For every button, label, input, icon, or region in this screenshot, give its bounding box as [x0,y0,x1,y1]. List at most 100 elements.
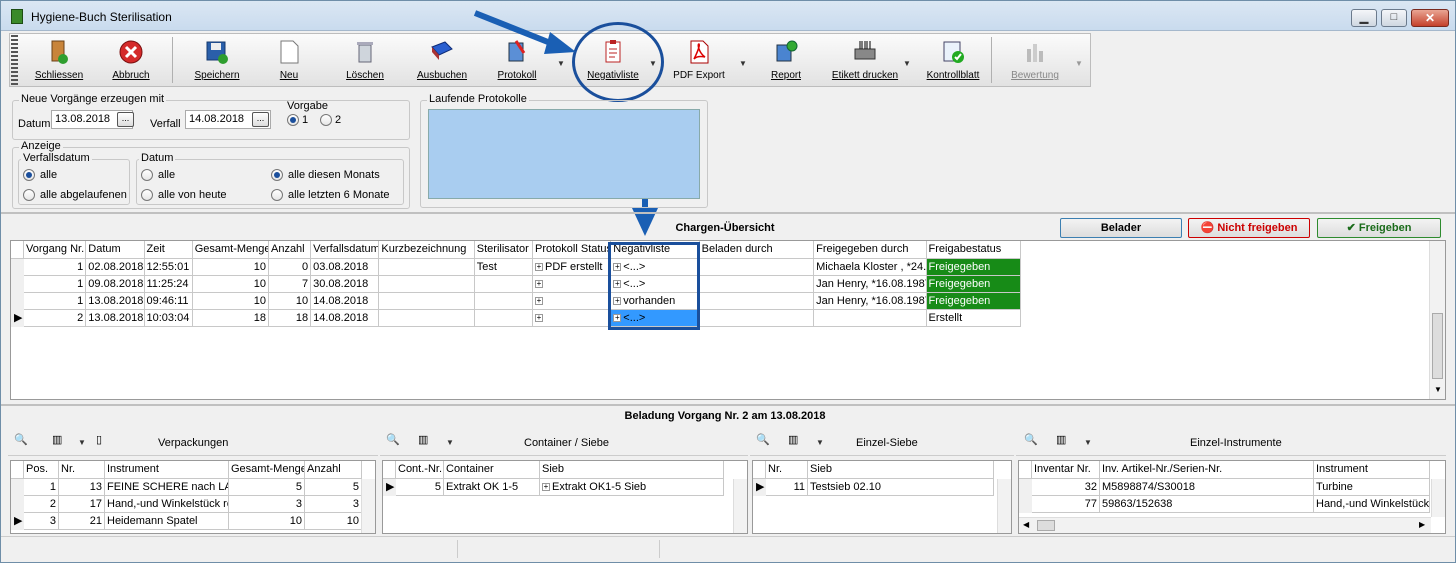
table-row[interactable]: 32 M5898874/S30018 Turbine [1019,477,1430,496]
row-pointer-icon: ▶ [383,477,396,496]
scroll-right-icon[interactable]: ▶ [1419,520,1425,529]
neu-button[interactable]: Neu [259,33,319,87]
col-freigegeben[interactable]: Freigegeben durch [813,241,927,259]
etikett-drucken-button[interactable]: Etikett drucken [821,33,909,87]
col-inventar[interactable]: Inventar Nr. [1031,461,1100,479]
col-pos[interactable]: Pos. [23,461,59,479]
scroll-left-icon[interactable]: ◀ [1023,520,1029,529]
col-gesamtmenge[interactable]: Gesamt-Menge [191,241,269,259]
nicht-freigeben-button[interactable]: ⛔ Nicht freigeben [1188,218,1310,238]
expand-icon[interactable]: + [535,313,543,322]
expand-icon[interactable]: + [542,482,550,491]
pdf-export-dropdown-icon[interactable]: ▼ [739,59,747,68]
belader-button[interactable]: Belader [1060,218,1182,238]
col-sieb[interactable]: Sieb [807,461,994,479]
col-instrument[interactable]: Instrument [1313,461,1430,479]
col-sieb[interactable]: Sieb [539,461,724,479]
col-anzahl[interactable]: Anzahl [267,241,312,259]
freigeben-button[interactable]: ✔ Freigeben [1317,218,1441,238]
vd-radio-alle[interactable] [23,169,35,181]
col-cont-nr[interactable]: Cont.-Nr. [395,461,444,479]
einzelinstrumente-vscroll[interactable] [1431,479,1445,517]
table-row[interactable]: 2 17 Hand,-und Winkelstück ro 3 3 [11,494,362,513]
print-dropdown-icon[interactable]: ▼ [446,438,454,447]
close-button[interactable]: ✕ [1411,9,1449,27]
chargen-vscroll[interactable]: ▼ [1429,241,1445,399]
loeschen-button[interactable]: Löschen [335,33,395,87]
table-row[interactable]: ▶ 3 21 Heidemann Spatel 10 10 [11,511,362,530]
col-gesamtmenge[interactable]: Gesamt-Menge [228,461,305,479]
kontrollblatt-button[interactable]: Kontrollblatt [921,33,985,87]
laufende-protokolle-list[interactable] [428,109,700,199]
vorgabe-radio-2[interactable] [320,114,332,126]
container-vscroll[interactable] [733,479,747,533]
col-nr[interactable]: Nr. [765,461,808,479]
print-dropdown-icon[interactable]: ▼ [78,438,86,447]
datum-label: Datum [18,118,51,130]
verpackungen-vscroll[interactable] [361,479,375,533]
expand-icon[interactable]: + [535,279,543,288]
label-printer-icon[interactable]: ▥ [788,433,808,449]
new-document-icon[interactable]: ▯ [96,433,116,449]
binoculars-icon[interactable]: 🔍 [14,433,34,449]
einzelsiebe-vscroll[interactable] [997,479,1011,533]
abbruch-button[interactable]: Abbruch [101,33,161,87]
expand-icon[interactable]: + [535,296,543,305]
table-row[interactable]: ▶ 11 Testsieb 02.10 [753,477,994,496]
etikett-dropdown-icon[interactable]: ▼ [903,59,911,68]
col-freigabestatus[interactable]: Freigabestatus [925,241,1022,259]
ausbuchen-button[interactable]: Ausbuchen [409,33,475,87]
vorgabe-radio-1-label: 1 [302,114,309,126]
table-row[interactable]: 77 59863/152638 Hand,-und Winkelstück [1019,494,1430,513]
table-row[interactable]: 1 13.08.2018 09:46:11 10 10 14.08.2018 + + vor… [10,291,1022,310]
col-verfallsdatum[interactable]: Verfallsdatum [310,241,380,259]
col-kurzbezeichnung[interactable]: Kurzbezeichnung [378,241,475,259]
label-printer-icon[interactable]: ▥ [418,433,438,449]
binoculars-icon[interactable]: 🔍 [756,433,776,449]
binoculars-icon[interactable]: 🔍 [386,433,406,449]
col-instrument[interactable]: Instrument [104,461,229,479]
label-printer-icon[interactable]: ▥ [1056,433,1076,449]
vd-radio-abgelaufen[interactable] [23,189,35,201]
table-row[interactable]: 1 02.08.2018 12:55:01 10 0 03.08.2018 Test + PD… [10,257,1022,276]
col-nr[interactable]: Nr. [58,461,105,479]
schliessen-button[interactable]: Schliessen [25,33,93,87]
label-printer-icon[interactable]: ▥ [52,433,72,449]
bewertung-button[interactable]: Bewertung [1003,33,1067,87]
col-zeit[interactable]: Zeit [143,241,193,259]
d-radio-monat[interactable] [271,169,283,181]
datum-picker-button[interactable]: ... [117,112,134,127]
col-beladen[interactable]: Beladen durch [698,241,815,259]
col-sterilisator[interactable]: Sterilisator [473,241,534,259]
vorgabe-radio-1[interactable] [287,114,299,126]
pdf-export-button[interactable]: PDF Export [667,33,731,87]
table-row[interactable]: ▶ 2 13.08.2018 10:03:04 18 18 14.08.2018 + + <… [10,308,1022,327]
print-dropdown-icon[interactable]: ▼ [816,438,824,447]
verfall-picker-button[interactable]: ... [252,112,269,127]
col-vorgang[interactable]: Vorgang Nr. [23,241,87,259]
expand-icon[interactable]: + [535,262,543,271]
col-anzahl[interactable]: Anzahl [304,461,362,479]
bewertung-dropdown-icon[interactable]: ▼ [1075,59,1083,68]
save-icon [206,41,228,64]
maximize-button[interactable]: □ [1381,9,1407,27]
speichern-button[interactable]: Speichern [185,33,249,87]
col-protokollstatus[interactable]: Protokoll Status [531,241,612,259]
verpackungen-grid: Pos. Nr. Instrument Gesamt-Menge Anzahl 1 13 F… [10,460,376,534]
einzelinstrumente-hscroll[interactable]: ◀ ▶ [1019,517,1431,533]
binoculars-icon[interactable]: 🔍 [1024,433,1044,449]
col-container[interactable]: Container [443,461,540,479]
d-radio-heute[interactable] [141,189,153,201]
table-row[interactable]: ▶ 5 Extrakt OK 1-5 + Extrakt OK1-5 Sieb [383,477,724,496]
print-dropdown-icon[interactable]: ▼ [1084,438,1092,447]
d-radio-alle[interactable] [141,169,153,181]
table-row[interactable]: 1 09.08.2018 11:25:24 10 7 30.08.2018 + + <...… [10,274,1022,293]
d-radio-6monate[interactable] [271,189,283,201]
minimize-button[interactable]: ▁ [1351,9,1377,27]
col-datum[interactable]: Datum [85,241,145,259]
col-artikel[interactable]: Inv. Artikel-Nr./Serien-Nr. [1099,461,1314,479]
table-row[interactable]: 1 13 FEINE SCHERE nach LA 5 5 [11,477,362,496]
report-button[interactable]: Report [759,33,813,87]
protokoll-dropdown-icon[interactable]: ▼ [557,59,565,68]
scroll-down-icon[interactable]: ▼ [1434,385,1442,394]
